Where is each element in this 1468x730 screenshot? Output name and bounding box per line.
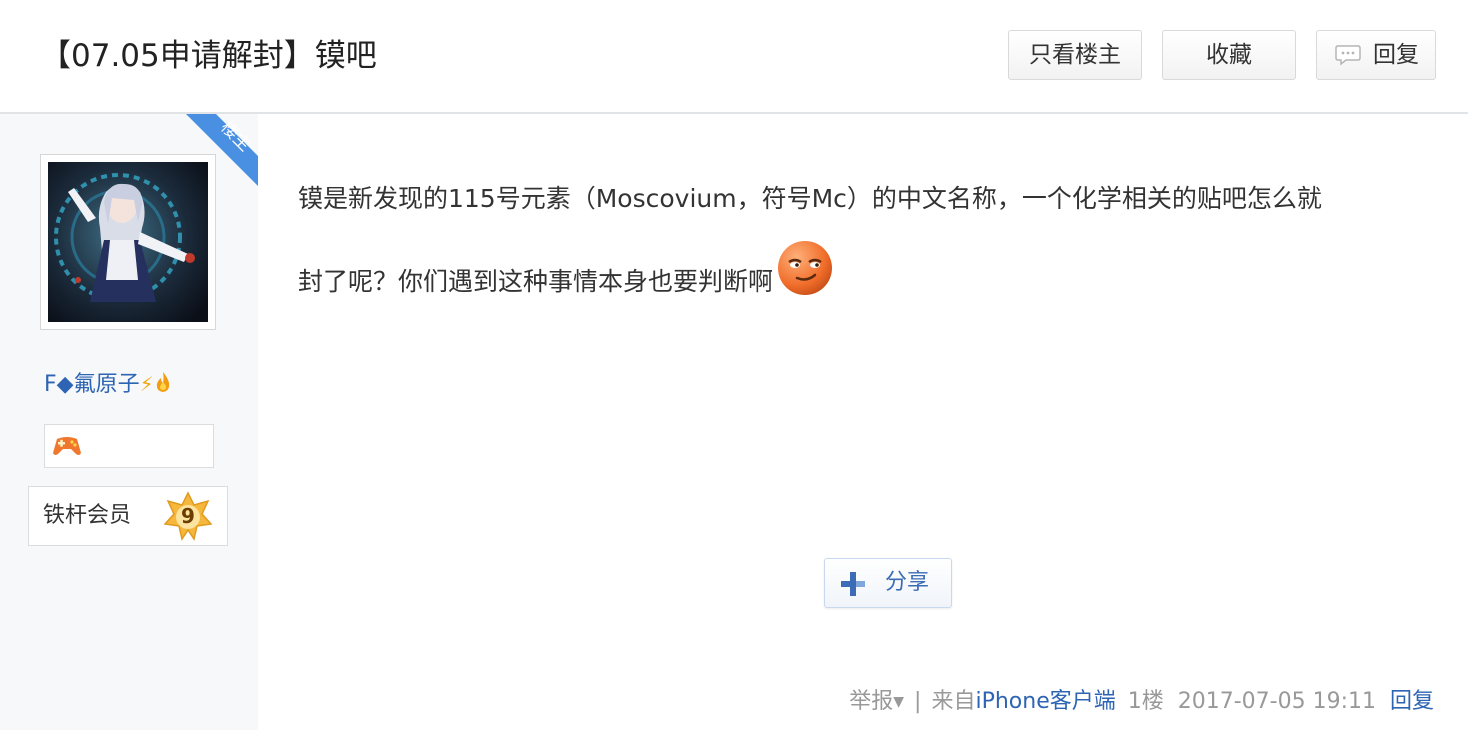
floor-number: 1楼 [1127, 689, 1164, 714]
favorite-button[interactable]: 收藏 [1162, 30, 1296, 80]
post-timestamp: 2017-07-05 19:11 [1177, 689, 1376, 714]
author-sidebar: 楼主 F◆氟原子⚡ 铁杆会员 9 [0, 114, 258, 730]
reply-button[interactable]: 回复 [1316, 30, 1436, 80]
post-footer: 举报▼ | 来自iPhone客户端 1楼 2017-07-05 19:11 回复 [849, 682, 1434, 722]
only-owner-button[interactable]: 只看楼主 [1008, 30, 1142, 80]
client-link[interactable]: iPhone客户端 [975, 689, 1115, 714]
member-level-label: 铁杆会员 [43, 503, 132, 528]
game-controller-icon [53, 437, 81, 455]
report-label: 举报 [849, 689, 894, 714]
post-text-line-2: 封了呢？你们遇到这种事情本身也要判断啊 [298, 267, 774, 296]
post-text-line-1: 镆是新发现的115号元素（Moscovium，符号Mc）的中文名称，一个化学相关… [298, 184, 1322, 213]
smirk-face-emoji-icon [778, 241, 833, 295]
lightning-icon: ⚡ [139, 372, 154, 396]
achievement-badge[interactable] [44, 424, 214, 468]
member-level-badge[interactable]: 铁杆会员 9 [28, 486, 228, 546]
level-number: 9 [181, 504, 195, 528]
client-prefix: 来自 [931, 689, 976, 714]
thread-title: 【07.05申请解封】镆吧 [40, 38, 377, 74]
fire-icon [156, 372, 169, 392]
footer-separator: | [914, 689, 922, 714]
caret-down-icon: ▼ [893, 694, 905, 710]
username-prefix: F◆ [44, 372, 74, 397]
post-text-line-2-wrap: 封了呢？你们遇到这种事情本身也要判断啊 [298, 238, 1438, 316]
avatar-image [48, 162, 208, 322]
thread-header: 【07.05申请解封】镆吧 只看楼主 收藏 回复 [0, 0, 1468, 114]
comment-icon [1335, 45, 1361, 66]
report-button[interactable]: 举报▼ [849, 689, 904, 714]
username-text: 氟原子 [73, 372, 140, 397]
post-content: 镆是新发现的115号元素（Moscovium，符号Mc）的中文名称，一个化学相关… [298, 160, 1438, 316]
reply-button-label: 回复 [1373, 42, 1419, 68]
username-link[interactable]: F◆氟原子⚡ [44, 368, 172, 401]
share-button-label: 分享 [885, 570, 930, 595]
footer-reply-link[interactable]: 回复 [1390, 689, 1434, 714]
plus-icon [841, 572, 865, 596]
share-button[interactable]: 分享 [824, 558, 952, 608]
avatar[interactable] [40, 154, 216, 330]
